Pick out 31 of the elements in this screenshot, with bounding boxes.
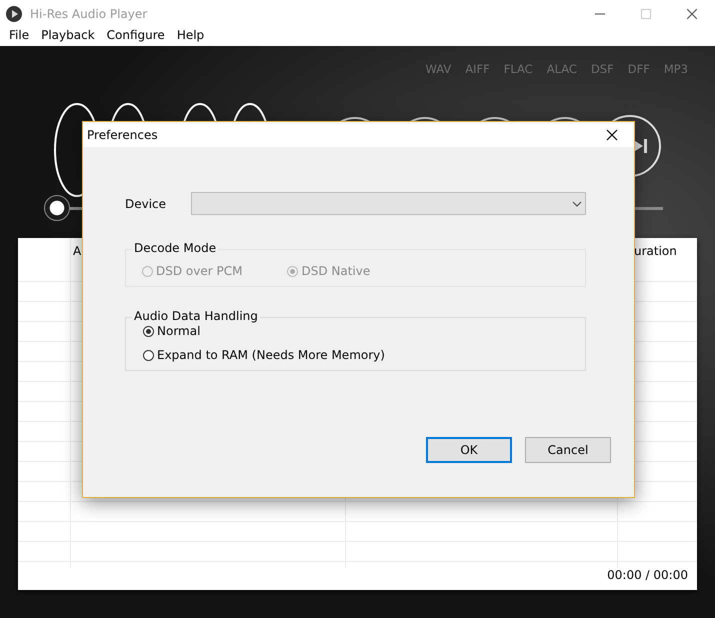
group-title: Audio Data Handling	[132, 309, 260, 323]
menu-item[interactable]: File	[3, 28, 36, 46]
menu-item[interactable]: Configure	[100, 28, 171, 46]
close-icon	[687, 9, 697, 19]
format-label: MP3	[664, 62, 688, 76]
window-title: Hi-Res Audio Player	[30, 7, 148, 21]
format-label: ALAC	[546, 62, 577, 76]
format-label: WAV	[425, 62, 452, 76]
device-label: Device	[125, 196, 168, 210]
dialog-button[interactable]: OK	[426, 437, 512, 463]
radio-button[interactable]	[143, 326, 154, 336]
group-title: Decode Mode	[132, 241, 218, 255]
radio-label[interactable]: Normal	[157, 324, 200, 338]
radio-button[interactable]	[143, 350, 154, 360]
menu-item[interactable]: Playback	[35, 28, 101, 46]
menu-item[interactable]: Help	[170, 28, 210, 46]
time-display: 00:00 / 00:00	[607, 568, 689, 584]
close-icon	[606, 128, 618, 140]
format-label: FLAC	[504, 62, 533, 76]
radio-label[interactable]: Expand to RAM (Needs More Memory)	[157, 348, 385, 362]
format-label: DSF	[590, 62, 614, 76]
maximize-icon	[641, 9, 651, 19]
chevron-down-icon	[572, 200, 582, 208]
dialog-title: Preferences	[87, 128, 158, 142]
dialog-button[interactable]: Cancel	[525, 437, 611, 463]
format-label: DFF	[628, 62, 650, 76]
seek-thumb[interactable]	[44, 195, 70, 221]
column-header[interactable]: A	[73, 244, 82, 258]
format-label: AIFF	[465, 62, 490, 76]
app-icon	[6, 6, 22, 22]
column-header[interactable]: uration	[634, 244, 677, 258]
